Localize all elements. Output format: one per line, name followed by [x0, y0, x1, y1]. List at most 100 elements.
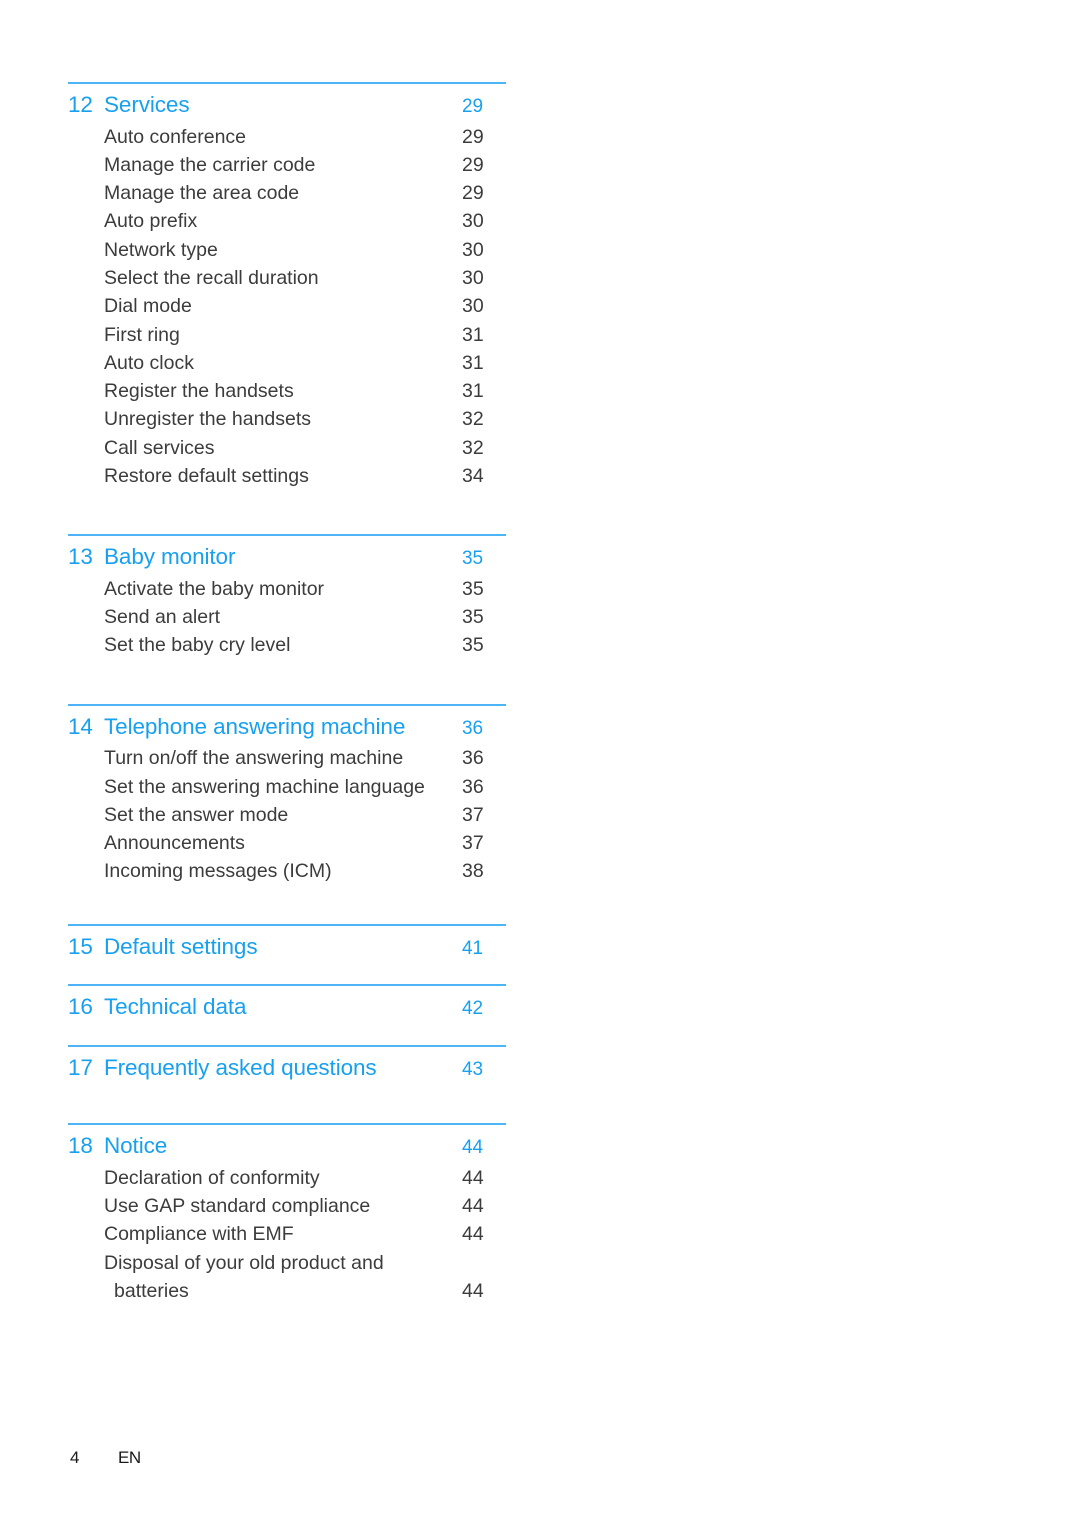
- section-number: 12: [68, 92, 93, 117]
- toc-section-heading[interactable]: 16 Technical data 42: [68, 986, 506, 1019]
- toc-subitem[interactable]: Activate the baby monitor 35: [68, 575, 506, 603]
- subitem-label: Compliance with EMF: [104, 1223, 294, 1246]
- toc-subitem[interactable]: Manage the area code 29: [68, 179, 506, 207]
- subitem-page-number: 30: [462, 295, 484, 318]
- section-page-number: 29: [462, 96, 483, 117]
- document-page: 12 Services 29 Auto conference 29 Manage the …: [0, 0, 1080, 1527]
- subitem-label: batteries: [114, 1279, 189, 1302]
- subitem-label: Network type: [104, 238, 218, 261]
- section-page-number: 42: [462, 998, 483, 1020]
- toc-subitem[interactable]: Manage the carrier code 29: [68, 151, 506, 179]
- toc-subitem[interactable]: Auto prefix 30: [68, 207, 506, 235]
- toc-subitem[interactable]: batteries 44: [68, 1277, 506, 1305]
- section-title: Default settings: [104, 933, 258, 959]
- toc-subitem[interactable]: Use GAP standard compliance 44: [68, 1192, 506, 1220]
- toc-subitem-list: Declaration of conformity 44 Use GAP stand…: [68, 1164, 506, 1305]
- toc-subitem[interactable]: Incoming messages (ICM) 38: [68, 857, 506, 885]
- subitem-page-number: 37: [462, 803, 484, 826]
- toc-subitem[interactable]: Restore default settings 34: [68, 462, 506, 490]
- toc-section-heading[interactable]: 17 Frequently asked questions 43: [68, 1047, 506, 1080]
- toc-subitem[interactable]: First ring 31: [68, 321, 506, 349]
- toc-section: 18 Notice 44 Declaration of conformity 44 Use…: [68, 1123, 506, 1305]
- subitem-page-number: 35: [462, 577, 484, 600]
- subitem-label: Select the recall duration: [104, 266, 319, 289]
- section-page-number: 41: [462, 937, 483, 959]
- subitem-label: Register the handsets: [104, 380, 294, 403]
- toc-subitem[interactable]: Set the answering machine language 36: [68, 773, 506, 801]
- subitem-label: Call services: [104, 436, 215, 459]
- subitem-label: Manage the area code: [104, 182, 300, 205]
- section-page-number: 35: [462, 548, 483, 570]
- subitem-page-number: 30: [462, 266, 484, 289]
- footer-language-code: EN: [118, 1448, 141, 1467]
- subitem-label: Incoming messages (ICM): [104, 860, 332, 883]
- toc-section-heading[interactable]: 15 Default settings 41: [68, 926, 506, 959]
- toc-subitem[interactable]: Auto clock 31: [68, 349, 506, 377]
- section-page-number: 43: [462, 1058, 483, 1080]
- subitem-page-number: 31: [462, 351, 484, 374]
- subitem-label: Auto conference: [104, 125, 247, 148]
- subitem-label: Announcements: [104, 832, 245, 855]
- section-page-number: 36: [462, 717, 483, 739]
- toc-subitem[interactable]: Unregister the handsets 32: [68, 405, 506, 433]
- subitem-page-number: 32: [462, 436, 484, 459]
- toc-section: 17 Frequently asked questions 43: [68, 1044, 506, 1080]
- subitem-page-number: 36: [462, 747, 484, 770]
- subitem-page-number: 29: [462, 153, 484, 176]
- toc-section: 16 Technical data 42: [68, 984, 506, 1019]
- toc-subitem[interactable]: Register the handsets 31: [68, 377, 506, 405]
- toc-subitem[interactable]: Set the answer mode 37: [68, 801, 506, 829]
- section-title: Telephone answering machine: [104, 713, 406, 739]
- toc-section: 12 Services 29 Auto conference 29 Manage the …: [68, 82, 506, 490]
- subitem-label: Activate the baby monitor: [104, 577, 325, 600]
- subitem-page-number: 29: [462, 182, 484, 205]
- section-number: 16: [68, 994, 93, 1020]
- subitem-label: Set the baby cry level: [104, 634, 291, 657]
- toc-section-heading[interactable]: 13 Baby monitor 35: [68, 536, 506, 569]
- section-number: 17: [68, 1054, 93, 1080]
- subitem-label: Use GAP standard compliance: [104, 1195, 371, 1218]
- subitem-label: Send an alert: [104, 606, 221, 629]
- toc-subitem[interactable]: Declaration of conformity 44: [68, 1164, 506, 1192]
- toc-subitem[interactable]: Dial mode 30: [68, 292, 506, 320]
- subitem-label: Set the answer mode: [104, 803, 289, 826]
- subitem-page-number: 44: [462, 1279, 484, 1302]
- toc-subitem[interactable]: Send an alert 35: [68, 603, 506, 631]
- section-title: Notice: [104, 1133, 168, 1159]
- subitem-label: Disposal of your old product and: [104, 1251, 384, 1274]
- toc-section-heading[interactable]: 18 Notice 44: [68, 1125, 506, 1158]
- subitem-page-number: 31: [462, 380, 484, 403]
- subitem-page-number: 32: [462, 408, 484, 431]
- subitem-label: Auto prefix: [104, 210, 198, 233]
- toc-section-heading[interactable]: 12 Services 29: [68, 84, 506, 117]
- section-title: Baby monitor: [104, 544, 236, 570]
- subitem-label: Dial mode: [104, 295, 192, 318]
- toc-subitem[interactable]: Auto conference 29: [68, 123, 506, 151]
- subitem-page-number: 35: [462, 634, 484, 657]
- section-number: 13: [68, 544, 93, 570]
- table-of-contents: 12 Services 29 Auto conference 29 Manage the …: [68, 82, 506, 1305]
- toc-subitem[interactable]: Compliance with EMF 44: [68, 1220, 506, 1248]
- section-number: 14: [68, 713, 93, 739]
- toc-section: 13 Baby monitor 35 Activate the baby monito…: [68, 534, 506, 659]
- toc-subitem[interactable]: Set the baby cry level 35: [68, 631, 506, 659]
- toc-subitem[interactable]: Announcements 37: [68, 829, 506, 857]
- toc-subitem[interactable]: Network type 30: [68, 236, 506, 264]
- toc-section: 14 Telephone answering machine 36 Turn on/o…: [68, 703, 506, 886]
- toc-subitem-list: Auto conference 29 Manage the carrier code…: [68, 123, 506, 491]
- toc-subitem[interactable]: Disposal of your old product and: [68, 1249, 506, 1277]
- page-footer: 4 EN: [70, 1448, 141, 1468]
- toc-section-heading[interactable]: 14 Telephone answering machine 36: [68, 706, 506, 739]
- toc-subitem[interactable]: Turn on/off the answering machine 36: [68, 744, 506, 772]
- section-title: Technical data: [104, 994, 247, 1020]
- subitem-page-number: 38: [462, 860, 484, 883]
- toc-subitem[interactable]: Call services 32: [68, 434, 506, 462]
- subitem-page-number: 44: [462, 1223, 484, 1246]
- subitem-page-number: 31: [462, 323, 484, 346]
- toc-subitem[interactable]: Select the recall duration 30: [68, 264, 506, 292]
- subitem-label: Auto clock: [104, 351, 194, 374]
